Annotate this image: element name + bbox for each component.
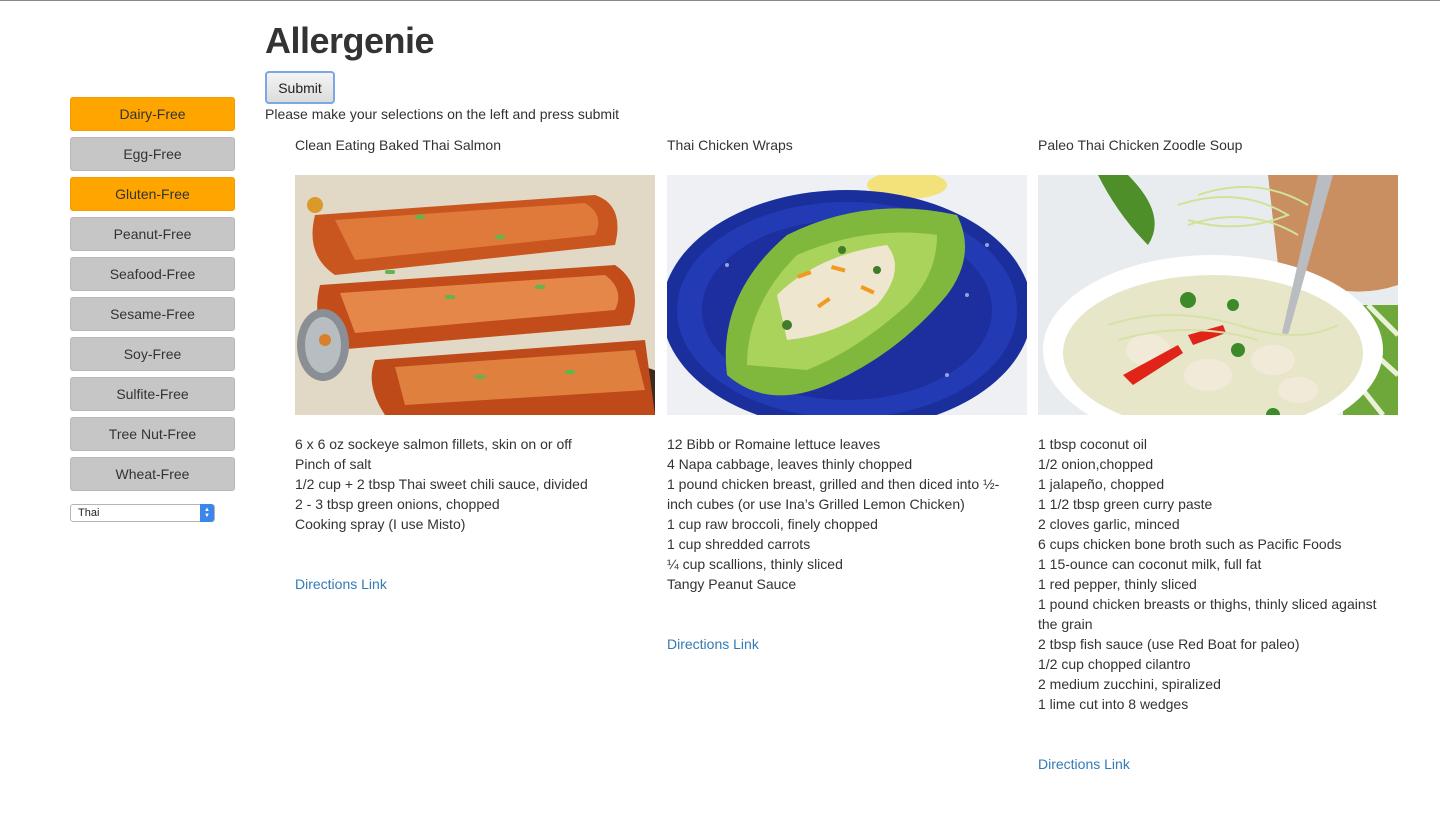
ingredient-item: 2 - 3 tbsp green onions, chopped: [295, 496, 500, 512]
ingredient-item: 1 1/2 tbsp green curry paste: [1038, 496, 1213, 512]
directions-link[interactable]: Directions Link: [1038, 754, 1383, 774]
ingredient-list: 12 Bibb or Romaine lettuce leaves 4 Napa…: [667, 434, 1012, 594]
recipe-title: Paleo Thai Chicken Zoodle Soup: [1038, 137, 1243, 153]
filter-label: Tree Nut-Free: [108, 426, 197, 442]
ingredient-list: 1 tbsp coconut oil 1/2 onion,chopped 1 j…: [1038, 434, 1383, 714]
page-title: Allergenie: [265, 20, 435, 61]
filter-label: Gluten-Free: [115, 186, 190, 202]
ingredient-item: 1 cup raw broccoli, finely chopped: [667, 516, 878, 532]
ingredient-list: 6 x 6 oz sockeye salmon fillets, skin on…: [295, 434, 640, 534]
submit-button[interactable]: Submit: [265, 71, 335, 104]
top-border: [0, 0, 1440, 1]
ingredient-item: 1 cup shredded carrots: [667, 536, 811, 552]
select-arrows-icon: ▲ ▼: [200, 504, 214, 522]
ingredient-item: 1 pound chicken breast, grilled and then…: [667, 476, 1000, 512]
cuisine-selected-value: Thai: [78, 507, 100, 519]
filter-egg-free[interactable]: Egg-Free: [70, 137, 235, 171]
ingredient-item: 1 15-ounce can coconut milk, full fat: [1038, 556, 1262, 572]
filter-label: Sulfite-Free: [116, 386, 189, 402]
allergen-filter-sidebar: Dairy-Free Egg-Free Gluten-Free Peanut-F…: [70, 97, 235, 522]
instructions-text: Please make your selections on the left …: [265, 106, 620, 122]
ingredient-item: 1 pound chicken breasts or thighs, thinl…: [1038, 596, 1377, 632]
ingredient-item: Pinch of salt: [295, 456, 372, 472]
filter-label: Sesame-Free: [110, 306, 195, 322]
ingredient-item: 1 red pepper, thinly sliced: [1038, 576, 1197, 592]
recipe-title: Clean Eating Baked Thai Salmon: [295, 137, 501, 153]
filter-label: Wheat-Free: [115, 466, 190, 482]
directions-link[interactable]: Directions Link: [295, 574, 640, 594]
cuisine-select[interactable]: Thai ▲ ▼: [70, 504, 215, 522]
ingredient-item: 1/2 cup + 2 tbsp Thai sweet chili sauce,…: [295, 476, 588, 492]
ingredient-item: 12 Bibb or Romaine lettuce leaves: [667, 436, 881, 452]
ingredient-item: Cooking spray (I use Misto): [295, 516, 466, 532]
filter-label: Seafood-Free: [109, 266, 196, 282]
ingredient-item: ¼ cup scallions, thinly sliced: [667, 556, 843, 572]
ingredient-item: 1 tbsp coconut oil: [1038, 436, 1147, 452]
filter-wheat-free[interactable]: Wheat-Free: [70, 457, 235, 491]
recipe-card: Thai Chicken Wraps 12 Bibb or Romaine le…: [667, 136, 1027, 652]
filter-label: Dairy-Free: [119, 106, 186, 122]
filter-peanut-free[interactable]: Peanut-Free: [70, 217, 235, 251]
filter-dairy-free[interactable]: Dairy-Free: [70, 97, 235, 131]
ingredient-item: 2 cloves garlic, minced: [1038, 516, 1180, 532]
filter-gluten-free[interactable]: Gluten-Free: [70, 177, 235, 211]
zoodle-soup-photo: [1038, 175, 1398, 415]
ingredient-item: 4 Napa cabbage, leaves thinly chopped: [667, 456, 913, 472]
filter-label: Peanut-Free: [113, 226, 192, 242]
filter-seafood-free[interactable]: Seafood-Free: [70, 257, 235, 291]
ingredient-item: 1/2 cup chopped cilantro: [1038, 656, 1191, 672]
filter-label: Soy-Free: [123, 346, 182, 362]
ingredient-item: 6 x 6 oz sockeye salmon fillets, skin on…: [295, 436, 572, 452]
recipe-title: Thai Chicken Wraps: [667, 137, 793, 153]
ingredient-item: 1/2 onion,chopped: [1038, 456, 1154, 472]
ingredient-item: 6 cups chicken bone broth such as Pacifi…: [1038, 536, 1342, 552]
ingredient-item: 2 tbsp fish sauce (use Red Boat for pale…: [1038, 636, 1300, 652]
filter-sesame-free[interactable]: Sesame-Free: [70, 297, 235, 331]
directions-link[interactable]: Directions Link: [667, 634, 1012, 654]
filter-soy-free[interactable]: Soy-Free: [70, 337, 235, 371]
ingredient-item: 2 medium zucchini, spiralized: [1038, 676, 1221, 692]
recipe-card: Clean Eating Baked Thai Salmon 6 x 6 oz …: [295, 136, 655, 592]
ingredient-item: 1 jalapeño, chopped: [1038, 476, 1165, 492]
recipe-card: Paleo Thai Chicken Zoodle Soup 1 tbsp co…: [1038, 136, 1398, 772]
filter-sulfite-free[interactable]: Sulfite-Free: [70, 377, 235, 411]
filter-label: Egg-Free: [123, 146, 182, 162]
chicken-wraps-photo: [667, 175, 1027, 415]
salmon-photo: [295, 175, 655, 415]
ingredient-item: Tangy Peanut Sauce: [667, 576, 797, 592]
ingredient-item: 1 lime cut into 8 wedges: [1038, 696, 1189, 712]
filter-tree-nut-free[interactable]: Tree Nut-Free: [70, 417, 235, 451]
